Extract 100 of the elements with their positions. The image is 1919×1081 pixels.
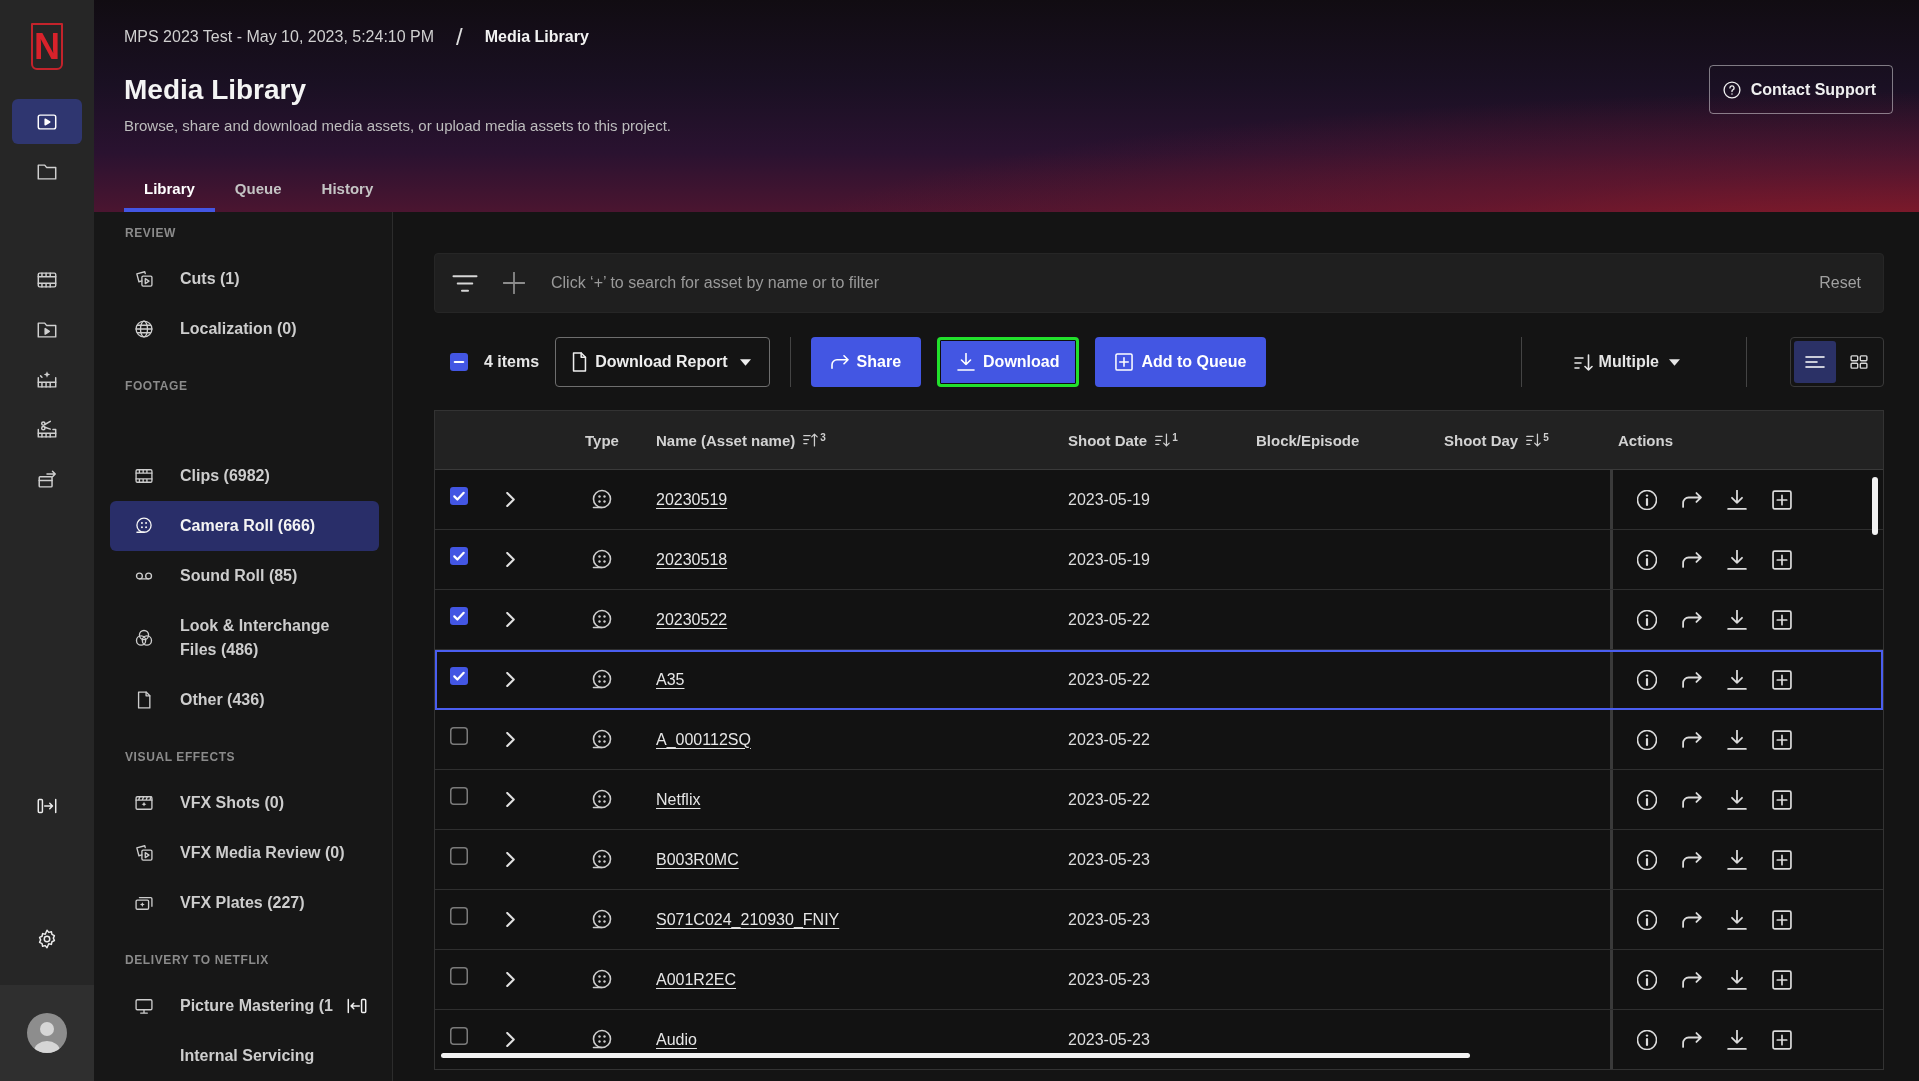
table-row[interactable]: A35 2023-05-22 (435, 650, 1883, 710)
asset-link[interactable]: A001R2EC (656, 970, 737, 989)
column-header[interactable]: Block/Episode (1256, 431, 1360, 449)
add-icon[interactable] (1772, 609, 1792, 630)
table-row[interactable]: A_000112SQ 2023-05-22 (435, 710, 1883, 770)
filter-icon[interactable] (452, 274, 478, 292)
asset-link[interactable]: 20230518 (656, 550, 728, 569)
asset-link[interactable]: Audio (656, 1030, 697, 1049)
contact-support-button[interactable]: Contact Support (1708, 65, 1893, 114)
sidebar-item[interactable]: Internal Servicing (110, 1031, 379, 1081)
chevron-right-icon[interactable] (506, 612, 515, 627)
info-icon[interactable] (1637, 549, 1657, 570)
add-icon[interactable] (1772, 909, 1792, 930)
search-bar[interactable]: Click ‘+’ to search for asset by name or to filter Reset (434, 253, 1884, 313)
add-icon[interactable] (1772, 729, 1792, 750)
sidebar-item[interactable]: Sound Roll (85) (110, 551, 379, 601)
asset-link[interactable]: Netflix (656, 790, 701, 809)
add-to-queue-button[interactable]: Add to Queue (1095, 337, 1267, 387)
info-icon[interactable] (1637, 849, 1657, 870)
checkbox[interactable] (450, 487, 468, 505)
chevron-right-icon[interactable] (506, 732, 515, 747)
chevron-right-icon[interactable] (506, 972, 515, 987)
checkbox[interactable] (450, 727, 468, 745)
sidebar-item[interactable]: Localization (0) (110, 304, 379, 354)
info-icon[interactable] (1637, 669, 1657, 690)
asset-link[interactable]: 20230522 (656, 610, 728, 629)
info-icon[interactable] (1637, 1029, 1657, 1050)
tab[interactable]: Queue (214, 164, 302, 212)
sidebar-item[interactable]: Cuts (1) (110, 254, 379, 304)
chevron-right-icon[interactable] (506, 852, 515, 867)
download-icon[interactable] (1727, 609, 1747, 630)
column-header[interactable]: Shoot Day (1444, 431, 1519, 449)
info-icon[interactable] (1637, 729, 1657, 750)
sidebar-item[interactable]: Picture Mastering (1 (110, 981, 379, 1031)
checkbox[interactable] (450, 607, 468, 625)
sidebar-item[interactable]: Other (436) (110, 675, 379, 725)
table-row[interactable]: A001R2EC 2023-05-23 (435, 950, 1883, 1010)
info-icon[interactable] (1637, 489, 1657, 510)
asset-link[interactable]: 20230519 (656, 490, 728, 509)
plus-icon[interactable] (503, 272, 525, 294)
sort-descending-icon[interactable] (1526, 433, 1542, 447)
add-icon[interactable] (1772, 669, 1792, 690)
column-header[interactable]: Type (585, 431, 619, 449)
add-icon[interactable] (1772, 969, 1792, 990)
share-icon[interactable] (1682, 789, 1702, 810)
sidebar-item[interactable]: Clips (6982) (110, 451, 379, 501)
download-icon[interactable] (1727, 909, 1747, 930)
asset-link[interactable]: A35 (656, 670, 685, 689)
share-icon[interactable] (1682, 489, 1702, 510)
column-header[interactable]: Shoot Date (1068, 431, 1148, 449)
reset-button[interactable]: Reset (1819, 274, 1861, 292)
table-row[interactable]: S071C024_210930_FNIY 2023-05-23 (435, 890, 1883, 950)
share-icon[interactable] (1682, 909, 1702, 930)
scrollbar-thumb[interactable] (441, 1053, 1470, 1058)
checkbox[interactable] (450, 847, 468, 865)
info-icon[interactable] (1637, 909, 1657, 930)
download-icon[interactable] (1727, 1029, 1747, 1050)
download-icon[interactable] (1727, 789, 1747, 810)
chevron-right-icon[interactable] (506, 552, 515, 567)
share-icon[interactable] (1682, 669, 1702, 690)
asset-link[interactable]: A_000112SQ (656, 730, 751, 749)
chevron-right-icon[interactable] (506, 1032, 515, 1047)
download-icon[interactable] (1727, 849, 1747, 870)
view-button[interactable] (1794, 341, 1836, 383)
download-icon[interactable] (1727, 549, 1747, 570)
sort-button[interactable]: Multiple (1573, 342, 1680, 382)
sidebar-item[interactable]: VFX Plates (227) (110, 878, 379, 928)
asset-link[interactable]: S071C024_210930_FNIY (656, 910, 840, 929)
avatar[interactable] (27, 1013, 67, 1053)
chevron-right-icon[interactable] (506, 492, 515, 507)
download-button[interactable]: Download (937, 337, 1080, 387)
sort-ascending-icon[interactable] (803, 433, 819, 447)
column-header[interactable]: Name (Asset name) (656, 431, 796, 449)
checkbox[interactable] (450, 967, 468, 985)
checkbox[interactable] (450, 547, 468, 565)
checkbox[interactable] (450, 787, 468, 805)
info-icon[interactable] (1637, 969, 1657, 990)
breadcrumb-link[interactable]: MPS 2023 Test - May 10, 2023, 5:24:10 PM (124, 28, 435, 46)
download-report-button[interactable]: Download Report (555, 337, 770, 387)
info-icon[interactable] (1637, 789, 1657, 810)
add-icon[interactable] (1772, 489, 1792, 510)
table-row[interactable]: B003R0MC 2023-05-23 (435, 830, 1883, 890)
checkbox[interactable] (450, 667, 468, 685)
download-icon[interactable] (1727, 969, 1747, 990)
add-icon[interactable] (1772, 789, 1792, 810)
table-row[interactable]: 20230518 2023-05-19 (435, 530, 1883, 590)
share-icon[interactable] (1682, 609, 1702, 630)
column-header[interactable]: Actions (1618, 431, 1673, 449)
sidebar-item[interactable]: VFX Media Review (0) (110, 828, 379, 878)
share-icon[interactable] (1682, 849, 1702, 870)
scrollbar-thumb[interactable] (1872, 477, 1878, 535)
chevron-right-icon[interactable] (506, 672, 515, 687)
nav-button[interactable] (12, 99, 82, 144)
table-row[interactable]: Netflix 2023-05-22 (435, 770, 1883, 830)
checkbox[interactable] (450, 353, 468, 371)
table-row[interactable]: 20230522 2023-05-22 (435, 590, 1883, 650)
share-button[interactable]: Share (810, 337, 922, 387)
add-icon[interactable] (1772, 1029, 1792, 1050)
share-icon[interactable] (1682, 549, 1702, 570)
share-icon[interactable] (1682, 729, 1702, 750)
